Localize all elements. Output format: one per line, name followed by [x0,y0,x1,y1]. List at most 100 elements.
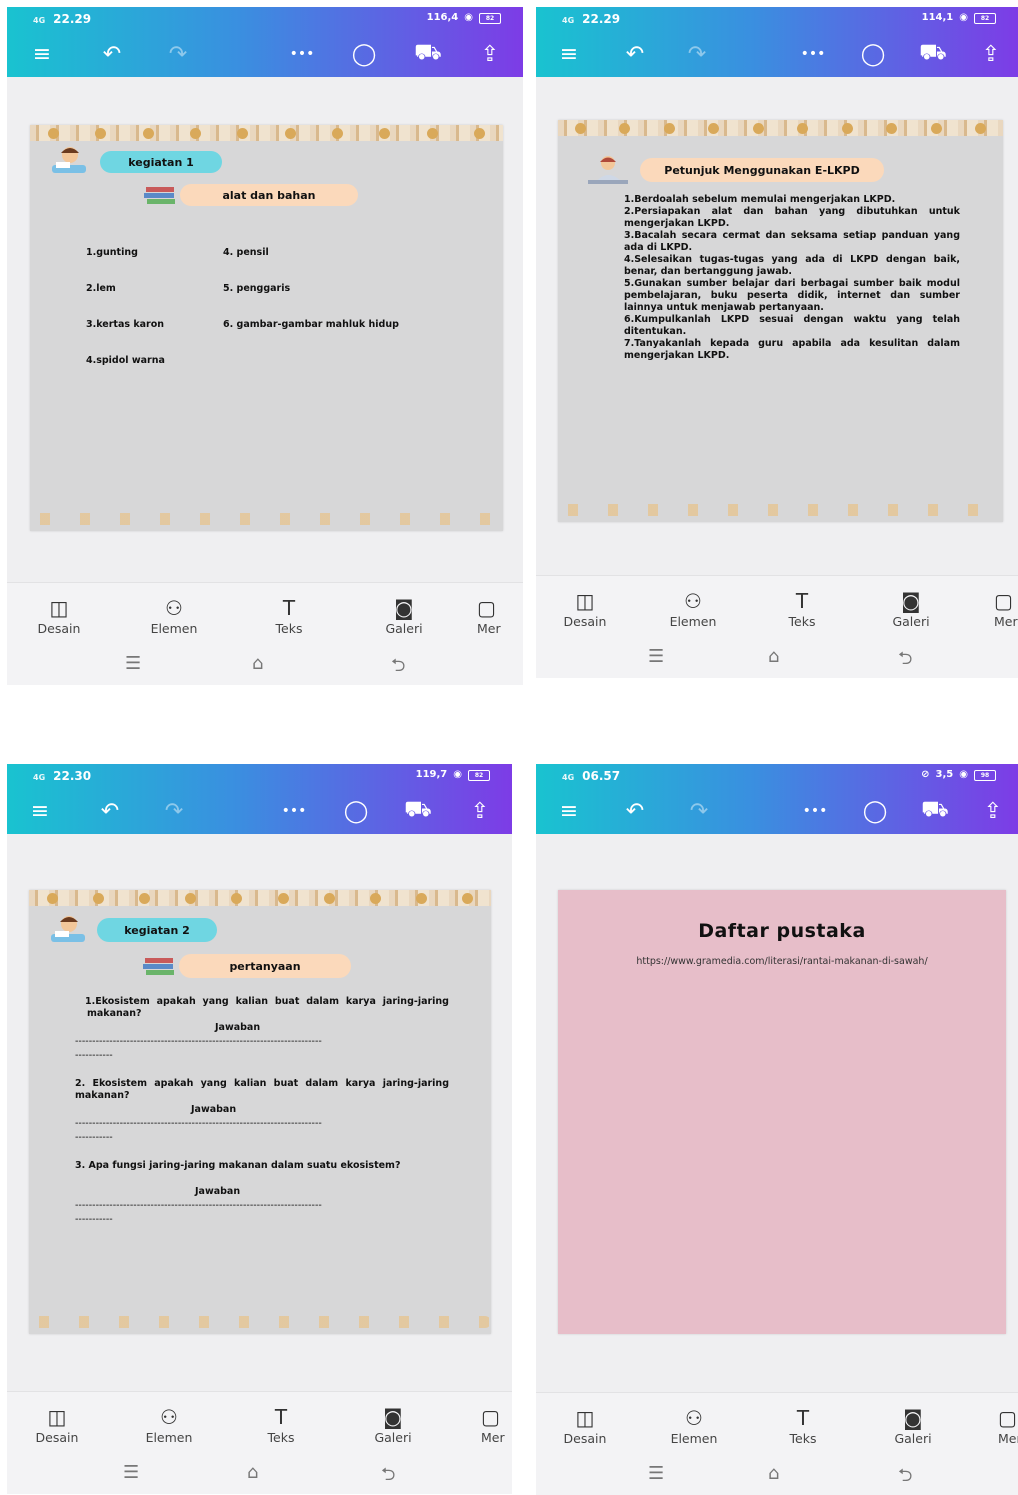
tool-teks[interactable]: T Teks [241,1404,321,1445]
bottom-toolbar: ◫Desain ⚇Elemen TTeks ◙Galeri ▢Mer ☰ ⌂ ⮌ [7,1391,512,1494]
answer-line: ----------------------------------------… [75,1200,322,1211]
reference-url: https://www.gramedia.com/literasi/rantai… [636,956,928,967]
back-icon[interactable]: ⮌ [898,1463,912,1493]
bottom-toolbar: ◫Desain ⚇Elemen TTeks ◙Galeri ▢Mer ☰ ⌂ ⮌ [536,1392,1018,1495]
upload-icon[interactable]: ⇪ [978,797,1008,825]
comment-icon[interactable]: ◯ [349,40,379,68]
battery-icon: 82 [468,770,490,781]
list-item: 1.gunting [86,247,138,258]
tool-more[interactable]: ▢Mer [477,595,523,636]
redo-icon[interactable]: ↷ [159,797,189,825]
tool-label: Teks [789,1431,817,1446]
upload-icon[interactable]: ⇪ [465,797,495,825]
hamburger-icon[interactable]: ≡ [25,797,55,825]
home-icon[interactable]: ⌂ [768,646,779,667]
design-page[interactable]: kegiatan 2 pertanyaan 1.Ekosistem apakah… [29,890,491,1334]
design-page[interactable]: Petunjuk Menggunakan E-LKPD 1.Berdoalah … [558,120,1003,522]
tool-teks[interactable]: T Teks [762,588,842,629]
list-item: 5. penggaris [223,283,291,294]
canvas-area: kegiatan 1 alat dan bahan 1.gunting 2.le… [7,77,523,583]
hamburger-icon[interactable]: ≡ [27,40,57,68]
redo-icon[interactable]: ↷ [682,40,712,68]
recent-apps-icon[interactable]: ☰ [125,653,141,674]
tool-label: Elemen [670,1431,718,1446]
tool-desain[interactable]: ◫ Desain [17,1404,97,1445]
undo-icon[interactable]: ↶ [97,40,127,68]
undo-icon[interactable]: ↶ [620,40,650,68]
data-speed: 3,5 [935,769,954,780]
tool-teks[interactable]: T Teks [249,595,329,636]
home-icon[interactable]: ⌂ [247,1462,258,1483]
system-nav-bar: ☰ ⌂ ⮌ [536,646,1018,670]
text-icon: T [796,1406,810,1430]
tool-teks[interactable]: T Teks [763,1405,843,1446]
design-page[interactable]: kegiatan 1 alat dan bahan 1.gunting 2.le… [30,125,503,531]
comment-icon[interactable]: ◯ [860,797,890,825]
system-nav-bar: ☰ ⌂ ⮌ [7,1462,512,1486]
design-page[interactable]: Daftar pustaka https://www.gramedia.com/… [558,890,1006,1334]
more-button[interactable]: ••• [800,797,830,825]
delivery-truck-icon[interactable]: ⛟ [403,797,433,825]
recent-apps-icon[interactable]: ☰ [123,1462,139,1483]
back-icon[interactable]: ⮌ [898,646,912,676]
shapes-icon: ⚇ [165,596,183,620]
back-icon[interactable]: ⮌ [391,653,405,683]
wifi-icon: ◉ [453,769,462,780]
tool-more[interactable]: ▢Mer [994,588,1018,629]
recent-apps-icon[interactable]: ☰ [648,646,664,667]
tool-more[interactable]: ▢Mer [998,1405,1018,1446]
wifi-icon: ◉ [959,12,968,23]
hamburger-icon[interactable]: ≡ [554,40,584,68]
question-3: 3. Apa fungsi jaring-jaring makanan dala… [75,1160,401,1171]
recent-apps-icon[interactable]: ☰ [648,1463,664,1484]
tool-elemen[interactable]: ⚇ Elemen [654,1405,734,1446]
decorative-border-bottom [558,504,1003,516]
delivery-truck-icon[interactable]: ⛟ [918,40,948,68]
list-item: 7.Tanyakanlah kepada guru apabila ada ke… [624,338,960,361]
redo-icon[interactable]: ↷ [163,40,193,68]
tool-desain[interactable]: ◫ Desain [19,595,99,636]
question-1: 1.Ekosistem apakah yang kalian buat dala… [85,996,449,1019]
battery-icon: 82 [479,13,501,24]
tool-galeri[interactable]: ◙ Galeri [353,1404,433,1445]
list-item: 6.Kumpulkanlah LKPD sesuai dengan waktu … [624,314,960,337]
editor-toolbar: ≡ ↶ ↷ ••• ◯ ⛟ ⇪ [536,788,1018,834]
tool-galeri[interactable]: ◙ Galeri [873,1405,953,1446]
upload-icon[interactable]: ⇪ [976,40,1006,68]
hamburger-icon[interactable]: ≡ [554,797,584,825]
status-bar: 4G 22.30 119,7 ◉ 82 [7,764,512,788]
more-button[interactable]: ••• [287,40,317,68]
undo-icon[interactable]: ↶ [95,797,125,825]
delivery-truck-icon[interactable]: ⛟ [413,40,443,68]
back-icon[interactable]: ⮌ [381,1462,395,1492]
tool-label: Elemen [150,621,198,636]
home-icon[interactable]: ⌂ [768,1463,779,1484]
tool-elemen[interactable]: ⚇ Elemen [653,588,733,629]
home-icon[interactable]: ⌂ [252,653,263,674]
network-indicator: 4G [33,16,46,25]
more-tools-icon: ▢ [994,589,1013,613]
undo-icon[interactable]: ↶ [620,797,650,825]
layout-icon: ◫ [575,589,595,613]
more-button[interactable]: ••• [279,797,309,825]
tool-galeri[interactable]: ◙ Galeri [871,588,951,629]
list-item: 6. gambar-gambar mahluk hidup [223,319,399,330]
screen-1: 4G 22.29 116,4 ◉ 82 ≡ ↶ ↷ ••• ◯ ⛟ ⇪ kegiata… [7,7,523,685]
comment-icon[interactable]: ◯ [341,797,371,825]
tool-galeri[interactable]: ◙ Galeri [364,595,444,636]
redo-icon[interactable]: ↷ [684,797,714,825]
upload-icon[interactable]: ⇪ [475,40,505,68]
camera-icon: ◙ [383,1405,403,1429]
shapes-icon: ⚇ [684,589,702,613]
comment-icon[interactable]: ◯ [858,40,888,68]
tool-elemen[interactable]: ⚇ Elemen [129,1404,209,1445]
tool-desain[interactable]: ◫ Desain [545,1405,625,1446]
questions-title-pill: pertanyaan [179,954,351,978]
more-button[interactable]: ••• [798,40,828,68]
text-icon: T [274,1405,288,1429]
tool-more[interactable]: ▢Mer [481,1404,512,1445]
tool-elemen[interactable]: ⚇ Elemen [134,595,214,636]
delivery-truck-icon[interactable]: ⛟ [920,797,950,825]
books-icon [144,187,175,204]
tool-desain[interactable]: ◫ Desain [545,588,625,629]
